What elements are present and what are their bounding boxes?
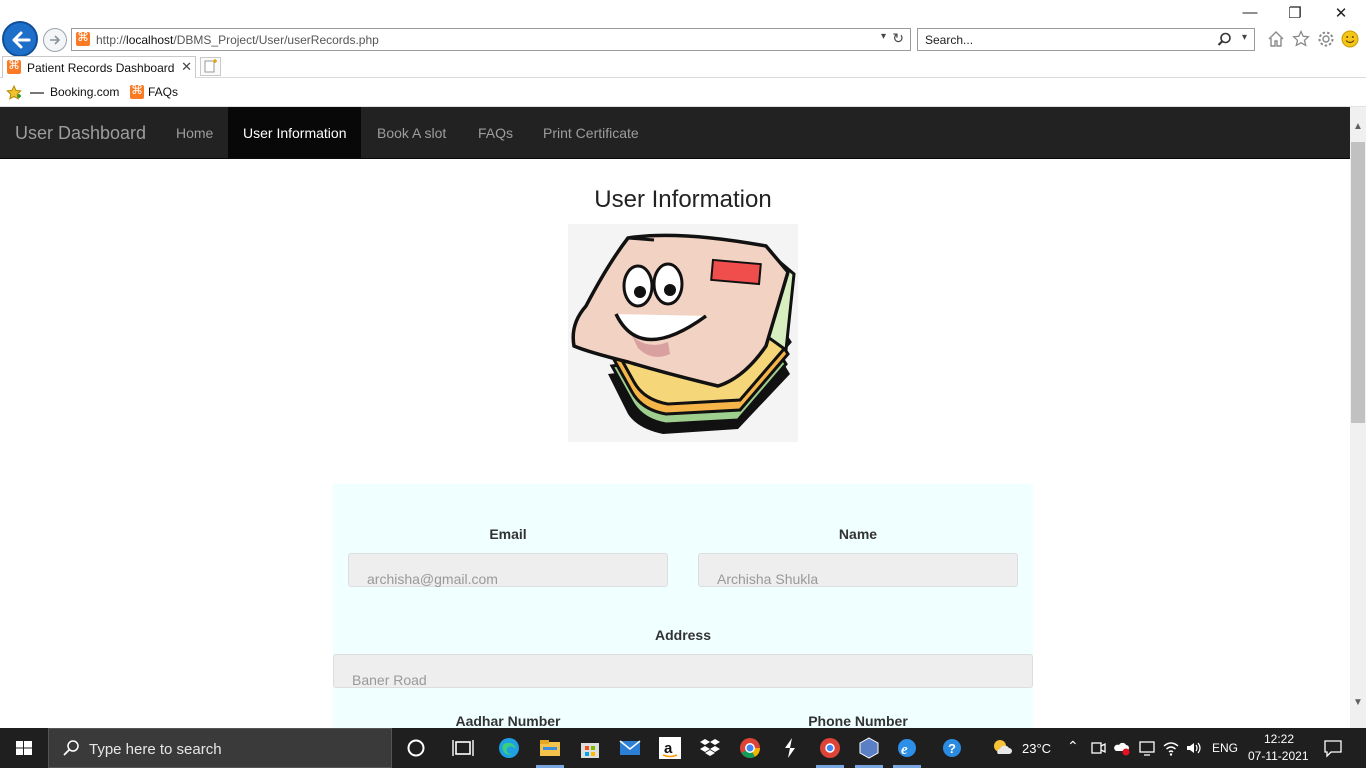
favorites-star-icon[interactable]	[1292, 30, 1310, 48]
meet-now-icon[interactable]	[1089, 739, 1107, 757]
svg-text:?: ?	[948, 741, 956, 756]
chrome-profile-icon[interactable]	[818, 736, 842, 760]
restore-button[interactable]: ❐	[1283, 4, 1307, 22]
task-view-icon[interactable]	[451, 736, 475, 760]
name-label: Name	[838, 526, 878, 542]
back-button[interactable]	[2, 21, 38, 57]
virtualbox-icon[interactable]	[857, 736, 881, 760]
xampp-icon	[130, 83, 144, 99]
address-label: Address	[654, 627, 712, 643]
email-value: archisha@gmail.com	[367, 571, 498, 587]
clock-time[interactable]: 12:22	[1264, 732, 1294, 746]
forward-arrow-icon	[50, 35, 61, 45]
name-value: Archisha Shukla	[717, 571, 819, 587]
tab-strip: Patient Records Dashboard ✕	[0, 56, 1366, 78]
internet-explorer-icon[interactable]: e	[895, 736, 919, 760]
back-arrow-icon	[12, 31, 31, 49]
search-dropdown-icon[interactable]: ▾	[1242, 32, 1247, 43]
page-scrollbar[interactable]: ▲ ▼	[1350, 107, 1366, 728]
dropbox-icon[interactable]	[698, 736, 722, 760]
tab-title: Patient Records Dashboard	[27, 61, 175, 75]
minimize-button[interactable]: —	[1238, 4, 1262, 21]
nav-user-information[interactable]: User Information	[228, 107, 362, 158]
sublime-icon[interactable]	[778, 736, 802, 760]
start-button[interactable]	[0, 728, 48, 768]
close-tab-icon[interactable]: ✕	[181, 59, 192, 75]
favorite-faqs[interactable]: FAQs	[130, 83, 178, 99]
forward-button[interactable]	[43, 28, 67, 52]
nav-print-certificate[interactable]: Print Certificate	[528, 107, 654, 158]
favorites-add-icon[interactable]	[6, 85, 22, 101]
amazon-icon[interactable]: a	[658, 736, 682, 760]
nav-book-a-slot[interactable]: Book A slot	[362, 107, 461, 158]
weather-icon[interactable]	[990, 736, 1014, 760]
name-field[interactable]: Archisha Shukla	[698, 553, 1018, 587]
email-field[interactable]: archisha@gmail.com	[348, 553, 668, 587]
clock-date[interactable]: 07-11-2021	[1248, 749, 1309, 763]
smiling-folder-image	[571, 233, 796, 434]
scroll-down-icon[interactable]: ▼	[1353, 697, 1363, 708]
navbar-brand[interactable]: User Dashboard	[15, 123, 146, 144]
favorite-booking[interactable]: Booking.com	[30, 85, 119, 99]
svg-text:a: a	[664, 740, 673, 757]
scroll-thumb[interactable]	[1351, 142, 1365, 423]
address-bar[interactable]: http://localhost/DBMS_Project/User/userR…	[71, 28, 911, 51]
address-url: http://localhost/DBMS_Project/User/userR…	[96, 33, 379, 47]
store-icon[interactable]	[578, 736, 602, 760]
user-info-panel: Email archisha@gmail.com Name Archisha S…	[333, 484, 1033, 728]
scroll-up-icon[interactable]: ▲	[1353, 121, 1363, 132]
svg-text:e: e	[901, 742, 908, 758]
close-window-button[interactable]: ✕	[1329, 4, 1353, 22]
email-label: Email	[489, 526, 527, 542]
file-explorer-icon[interactable]	[538, 736, 562, 760]
phone-label: Phone Number	[808, 713, 908, 728]
weather-temperature[interactable]: 23°C	[1022, 741, 1051, 756]
help-icon[interactable]: ?	[940, 736, 964, 760]
language-indicator[interactable]: ENG	[1212, 741, 1238, 755]
address-field[interactable]: Baner Road	[333, 654, 1033, 688]
nav-faqs[interactable]: FAQs	[463, 107, 528, 158]
cortana-icon[interactable]	[404, 736, 428, 760]
volume-icon[interactable]	[1185, 739, 1203, 757]
address-dropdown-icon[interactable]: ▾	[881, 31, 886, 42]
windows-taskbar: Type here to search a e ? 23°C ⌃ ENG 12:…	[0, 728, 1366, 768]
refresh-icon[interactable]: ↻	[892, 30, 904, 47]
settings-gear-icon[interactable]	[1317, 30, 1335, 48]
folder-illustration	[568, 224, 798, 442]
show-hidden-icons-icon[interactable]: ⌃	[1067, 738, 1079, 755]
taskbar-search-input[interactable]: Type here to search	[48, 728, 392, 768]
search-icon	[63, 740, 79, 756]
browser-toolbar: — ❐ ✕ http://localhost/DBMS_Project/User…	[0, 0, 1366, 57]
browser-search-input[interactable]: Search... ▾	[917, 28, 1255, 51]
favorites-bar: Booking.com FAQs	[0, 78, 1366, 107]
wifi-icon[interactable]	[1162, 739, 1180, 757]
top-navbar: User Dashboard Home User Information Boo…	[0, 107, 1350, 159]
home-icon[interactable]	[1267, 30, 1285, 48]
address-value: Baner Road	[352, 672, 427, 688]
mail-icon[interactable]	[618, 736, 642, 760]
chrome-icon[interactable]	[738, 736, 762, 760]
page-title: User Information	[594, 186, 772, 213]
page-viewport: User Dashboard Home User Information Boo…	[0, 107, 1350, 728]
feedback-smiley-icon[interactable]	[1341, 30, 1359, 48]
booking-icon	[30, 91, 44, 94]
new-tab-icon	[204, 59, 217, 73]
windows-logo-icon	[16, 741, 32, 755]
xampp-icon	[7, 58, 21, 74]
new-tab-button[interactable]	[200, 57, 221, 76]
aadhar-label: Aadhar Number	[455, 713, 561, 728]
search-icon[interactable]	[1217, 32, 1232, 47]
onedrive-error-icon[interactable]	[1113, 739, 1131, 757]
site-favicon	[76, 30, 90, 46]
browser-search-placeholder: Search...	[925, 33, 974, 47]
notifications-icon[interactable]	[1323, 738, 1343, 758]
nav-home[interactable]: Home	[161, 107, 228, 158]
edge-icon[interactable]	[497, 736, 521, 760]
display-icon[interactable]	[1138, 739, 1156, 757]
taskbar-search-placeholder: Type here to search	[89, 741, 222, 758]
tab-patient-records[interactable]: Patient Records Dashboard ✕	[2, 56, 196, 78]
